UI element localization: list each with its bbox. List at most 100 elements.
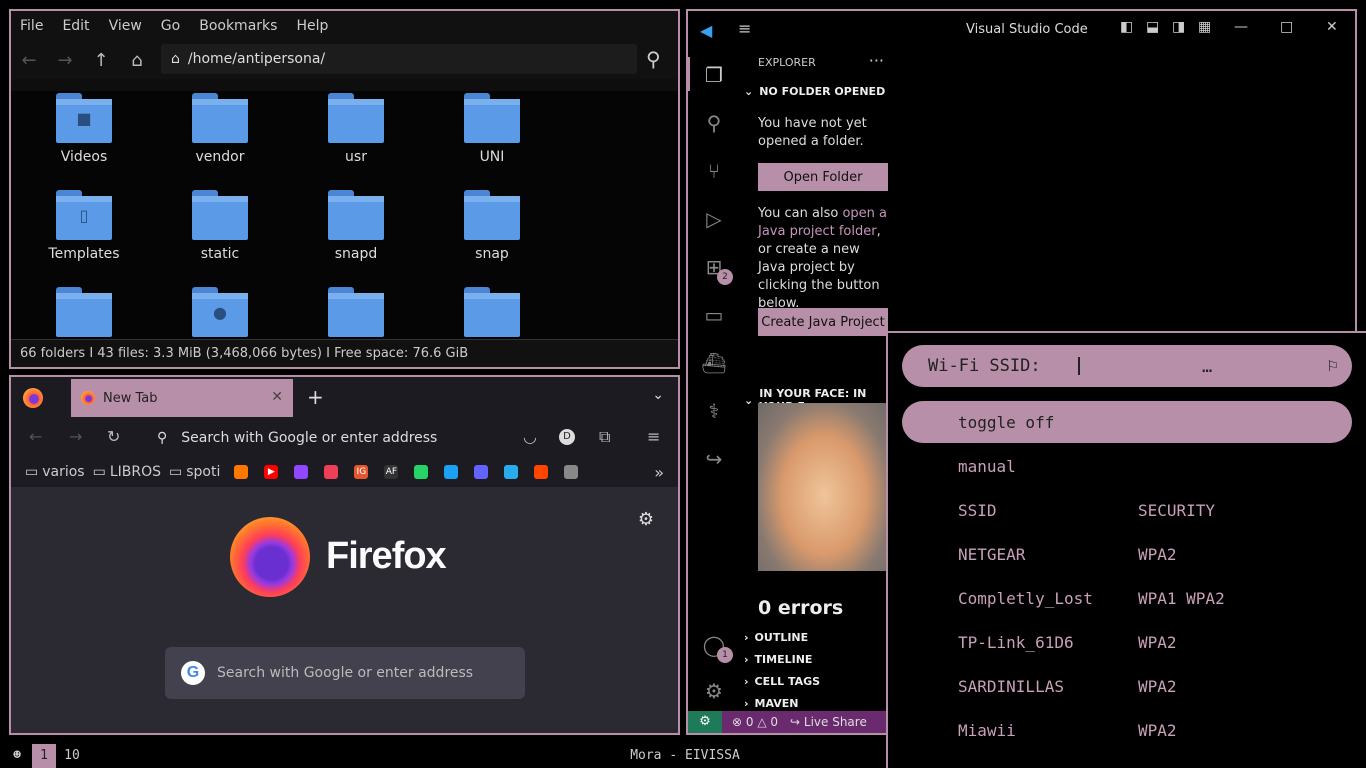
location-bar[interactable]: ⌂ /home/antipersona/ [161,44,637,74]
no-folder-section[interactable]: ⌄ NO FOLDER OPENED [744,85,885,98]
hamburger-menu-icon[interactable]: ≡ [738,19,751,38]
back-arrow-icon[interactable]: ← [11,50,47,71]
folder-item[interactable]: vendor [160,93,280,165]
menu-bookmarks[interactable]: Bookmarks [199,18,277,34]
workspace-active[interactable]: 1 [32,744,56,768]
list-tabs-chevron-icon[interactable]: ⌄ [652,387,664,403]
folder-item[interactable]: static [160,190,280,262]
up-arrow-icon[interactable]: ↑ [83,50,119,71]
bookmark-folder-spoti[interactable]: ▭ spoti [169,464,220,480]
create-java-project-button[interactable]: Create Java Project [758,308,888,336]
search-icon[interactable]: ⚲ [646,47,661,71]
problems-status[interactable]: ⊗ 0 △ 0 [732,715,778,729]
toggle-sidebar-icon[interactable]: ◧ [1120,19,1133,35]
minimize-icon[interactable]: — [1234,19,1248,35]
wifi-ssid-input[interactable]: Wi-Fi SSID: … ⚐ [902,345,1352,387]
folder-item[interactable]: snap [432,190,552,262]
folder-item[interactable]: snapd [296,190,416,262]
folder-item[interactable]: usr [296,93,416,165]
workspace[interactable]: 10 [58,744,86,768]
wifi-list-item[interactable]: NETGEAR WPA2 [902,533,1352,575]
tab-new-tab[interactable]: New Tab ✕ [71,379,293,417]
bookmark-site-icon[interactable]: ▶ [264,465,279,479]
live-share-icon[interactable]: ↪ [701,447,727,473]
explorer-files-icon[interactable]: ❐ [701,63,727,89]
wifi-list-item[interactable]: SSID SECURITY [902,489,1352,531]
back-icon[interactable]: ← [29,427,42,446]
running-person-icon: ⚐ [1327,355,1338,376]
gear-icon[interactable]: ⚙ [638,509,654,530]
reload-icon[interactable]: ↻ [107,427,120,446]
live-share-status[interactable]: ↪ Live Share [790,715,867,729]
python-icon[interactable]: ⚕ [701,399,727,425]
pocket-icon[interactable]: ◡ [523,427,537,446]
wifi-list-item[interactable]: Completly_Lost WPA1 WPA2 [902,577,1352,619]
folder-item[interactable]: ● [160,287,280,343]
menu-edit[interactable]: Edit [62,18,89,34]
folder-item[interactable]: ▯ Templates [24,190,144,262]
docker-icon[interactable]: ⛴ [701,351,727,377]
folder-item[interactable] [24,287,144,343]
bookmark-folder-varios[interactable]: ▭ varios [25,464,85,480]
toggle-secondary-sidebar-icon[interactable]: ◨ [1172,19,1185,35]
extensions-icon[interactable]: ⧉ [599,427,610,447]
open-folder-button[interactable]: Open Folder [758,163,888,191]
wifi-list-item[interactable]: Miawii WPA2 [902,709,1352,751]
outline-section[interactable]: › OUTLINE [744,631,808,644]
newtab-search-box[interactable]: G Search with Google or enter address [165,647,525,699]
bookmark-site-icon[interactable] [444,465,459,479]
timeline-section[interactable]: › TIMELINE [744,653,812,666]
bookmark-site-icon[interactable] [504,465,519,479]
gear-icon[interactable]: ⚙ [701,679,727,705]
url-bar[interactable]: ⚲ Search with Google or enter address [149,423,529,453]
not-opened-text: You have not yet opened a folder. [758,116,867,149]
accounts-icon[interactable]: ◯ 1 [701,633,733,663]
folder-item[interactable] [296,287,416,343]
forward-icon[interactable]: → [69,427,82,446]
more-bookmarks-chevron-icon[interactable]: » [654,463,664,482]
wifi-list-item[interactable]: TP-Link_61D6 WPA2 [902,621,1352,663]
bookmark-folder-libros[interactable]: ▭ LIBROS [93,464,161,480]
vscode-titlebar: ◀ ≡ Visual Studio Code ◧ ⬓ ◨ ▦ — □ ✕ [688,11,1355,49]
folder-item[interactable]: UNI [432,93,552,165]
menu-file[interactable]: File [20,18,43,34]
hamburger-menu-icon[interactable]: ≡ [647,427,660,446]
bookmark-site-icon[interactable] [534,465,549,479]
maximize-icon[interactable]: □ [1280,19,1293,35]
more-actions-icon[interactable]: ··· [869,51,884,70]
folder-label: snap [475,246,509,262]
bookmark-site-icon[interactable]: IG [354,465,369,479]
bookmark-site-icon[interactable] [564,465,579,479]
bookmark-site-icon[interactable] [324,465,339,479]
menu-view[interactable]: View [109,18,142,34]
wifi-list-item[interactable]: toggle off [902,401,1352,443]
customize-layout-icon[interactable]: ▦ [1198,19,1211,35]
account-avatar-icon[interactable]: D [559,429,575,445]
remote-indicator-icon[interactable]: ⚙ [688,711,722,733]
bookmark-site-icon[interactable] [294,465,309,479]
wifi-list-item[interactable]: SARDINILLAS WPA2 [902,665,1352,707]
bookmark-site-icon[interactable]: AF [384,465,399,479]
wifi-list-item[interactable]: manual [902,445,1352,487]
close-tab-icon[interactable]: ✕ [271,389,283,405]
remote-explorer-icon[interactable]: ▭ [701,303,727,329]
extensions-icon[interactable]: ⊞ 2 [701,255,733,285]
menu-go[interactable]: Go [161,18,180,34]
bookmark-site-icon[interactable] [234,465,249,479]
forward-arrow-icon[interactable]: → [47,50,83,71]
bookmark-site-icon[interactable] [414,465,429,479]
search-icon[interactable]: ⚲ [701,111,727,137]
cell-tags-section[interactable]: › CELL TAGS [744,675,820,688]
close-icon[interactable]: ✕ [1326,19,1338,35]
maven-section[interactable]: › MAVEN [744,697,799,710]
toggle-panel-icon[interactable]: ⬓ [1146,19,1159,35]
home-icon[interactable]: ⌂ [119,50,155,71]
firefox-view-icon[interactable] [23,388,43,408]
bookmark-site-icon[interactable] [474,465,489,479]
run-debug-icon[interactable]: ▷ [701,207,727,233]
folder-item[interactable]: ■ Videos [24,93,144,165]
folder-item[interactable] [432,287,552,343]
menu-help[interactable]: Help [296,18,328,34]
new-tab-plus-icon[interactable]: + [307,385,324,409]
source-control-icon[interactable]: ⑂ [701,159,727,185]
